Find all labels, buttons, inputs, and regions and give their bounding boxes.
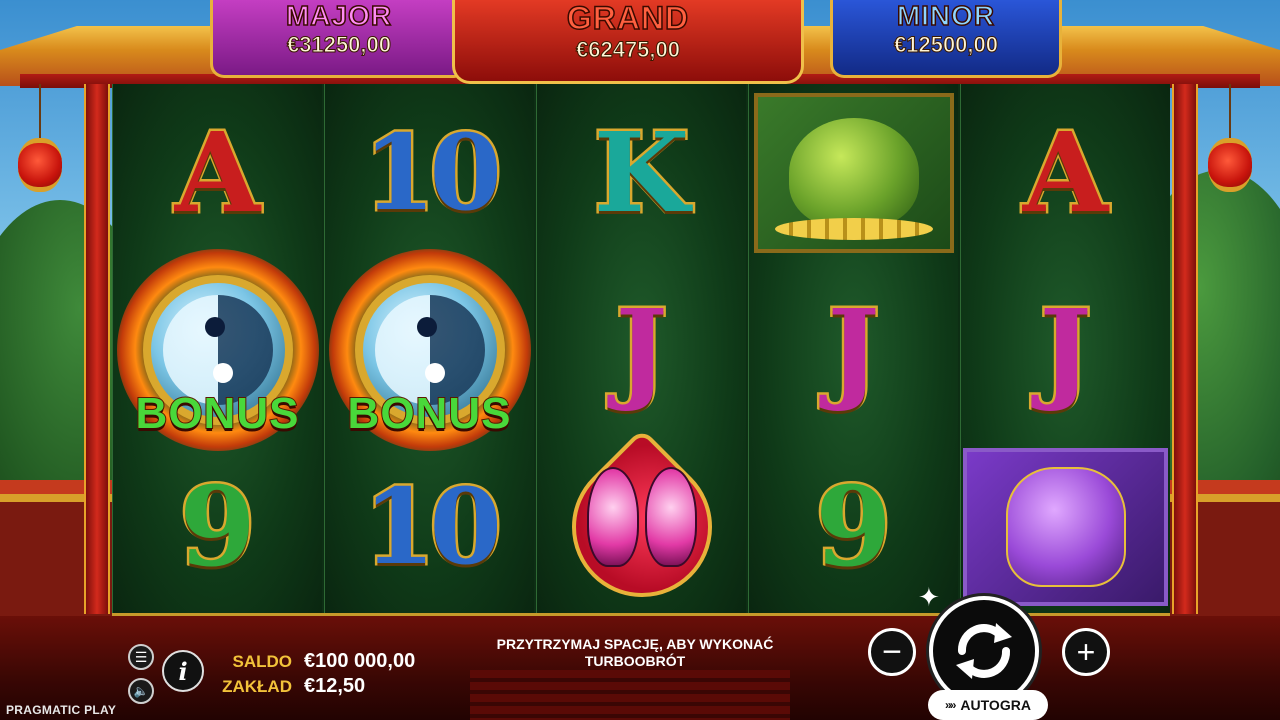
reel-cell: K: [537, 84, 746, 261]
turbo-spin-hint: PRZYTRZYMAJ SPACJĘ, ABY WYKONAĆ TURBOOBR…: [496, 636, 774, 669]
golden-toad-icon: [753, 92, 954, 253]
toad-body: [774, 117, 933, 240]
bonus-label: BONUS: [347, 388, 512, 439]
speaker-icon: 🔈: [133, 684, 149, 698]
lantern-left-icon: [18, 138, 62, 192]
fu-dog-icon: [963, 447, 1168, 606]
symbol-9: 9: [813, 461, 895, 591]
symbol-a: A: [1020, 107, 1110, 237]
decrease-bet-button[interactable]: −: [868, 628, 916, 676]
reel-cell: 10: [325, 438, 534, 615]
butterfly-icon: [586, 466, 697, 577]
reel-cell: BONUS: [113, 248, 322, 451]
symbol-10: 10: [361, 110, 505, 234]
jackpot-major-value: €31250,00: [287, 32, 392, 58]
lantern-string-left: [39, 84, 41, 140]
reel-cell: 9: [113, 438, 322, 615]
bet-label: ZAKŁAD: [222, 677, 292, 696]
symbol-k: K: [591, 107, 692, 237]
jackpot-minor: MINOR €12500,00: [830, 0, 1062, 78]
reel-cell: [537, 427, 746, 626]
fu-dog-body: [1005, 466, 1126, 587]
yin-yang-dot-dark: [416, 316, 437, 337]
autoplay-button[interactable]: »» AUTOGRA: [928, 690, 1048, 720]
jackpot-minor-title: MINOR: [896, 0, 996, 32]
hamburger-icon: ☰: [134, 648, 148, 665]
temple-stairs: [470, 670, 790, 720]
yin-yang-dot-light: [424, 362, 445, 383]
coins-icon: [774, 217, 933, 240]
jackpot-minor-value: €12500,00: [894, 32, 999, 58]
minus-icon: −: [882, 633, 902, 671]
lantern-right-icon: [1208, 138, 1252, 192]
balance-value: €100 000,00: [304, 650, 416, 672]
reel-5: A J: [960, 84, 1170, 613]
info-icon: i: [178, 656, 188, 686]
jackpot-major-title: MAJOR: [285, 0, 393, 32]
butterfly-wing-right: [644, 466, 697, 567]
symbol-10: 10: [361, 464, 505, 588]
sparkle-icon: ✦: [918, 582, 940, 612]
yin-yang-dot-dark: [204, 316, 225, 337]
yin-yang-dot-light: [212, 362, 233, 383]
sound-button[interactable]: 🔈: [128, 678, 154, 704]
reel-4: J 9: [748, 84, 958, 613]
increase-bet-button[interactable]: +: [1062, 628, 1110, 676]
reel-cell: J: [537, 261, 746, 438]
reel-2: 10 BONUS 10: [324, 84, 534, 613]
reel-3: K J: [536, 84, 746, 626]
reel-cell: J: [961, 261, 1170, 438]
reel-1: A BONUS 9: [112, 84, 322, 613]
butterfly-wing-left: [586, 466, 639, 567]
bonus-symbol: BONUS: [328, 248, 531, 451]
reel-cell: 10: [325, 84, 534, 261]
lantern-string-right: [1229, 84, 1231, 140]
fast-forward-icon: »»: [945, 698, 956, 712]
jackpot-grand-value: €62475,00: [576, 37, 681, 63]
reel-cell: A: [113, 84, 322, 261]
symbol-j: J: [613, 284, 670, 414]
reel-cell: J: [749, 261, 958, 438]
jackpot-grand: GRAND €62475,00: [452, 0, 804, 84]
menu-button[interactable]: ☰: [128, 644, 154, 670]
jackpot-major: MAJOR €31250,00: [210, 0, 468, 78]
reel-cell: [749, 84, 958, 261]
temple-pillar-left: [84, 84, 110, 614]
symbol-j: J: [1037, 284, 1094, 414]
spin-arrows-icon: [956, 623, 1012, 679]
reel-cell: BONUS: [325, 248, 534, 451]
info-button[interactable]: i: [162, 650, 204, 692]
reel-grid: A BONUS 9 10 BONUS 10 K J J 9 A J: [112, 84, 1170, 626]
symbol-a: A: [172, 107, 262, 237]
symbol-j: J: [825, 284, 882, 414]
autoplay-label: AUTOGRA: [960, 697, 1031, 713]
bet-value: €12,50: [304, 675, 366, 697]
provider-logo: PRAGMATIC PLAY: [6, 703, 117, 717]
temple-pillar-right: [1172, 84, 1198, 614]
balance-label: SALDO: [232, 652, 293, 671]
jackpot-grand-title: GRAND: [566, 0, 690, 37]
plus-icon: +: [1076, 634, 1096, 670]
butterfly-heart-icon: [542, 427, 741, 626]
symbol-9: 9: [177, 461, 259, 591]
bonus-label: BONUS: [135, 388, 300, 439]
bonus-symbol: BONUS: [116, 248, 319, 451]
reel-cell: [961, 438, 1170, 615]
reel-cell: A: [961, 84, 1170, 261]
